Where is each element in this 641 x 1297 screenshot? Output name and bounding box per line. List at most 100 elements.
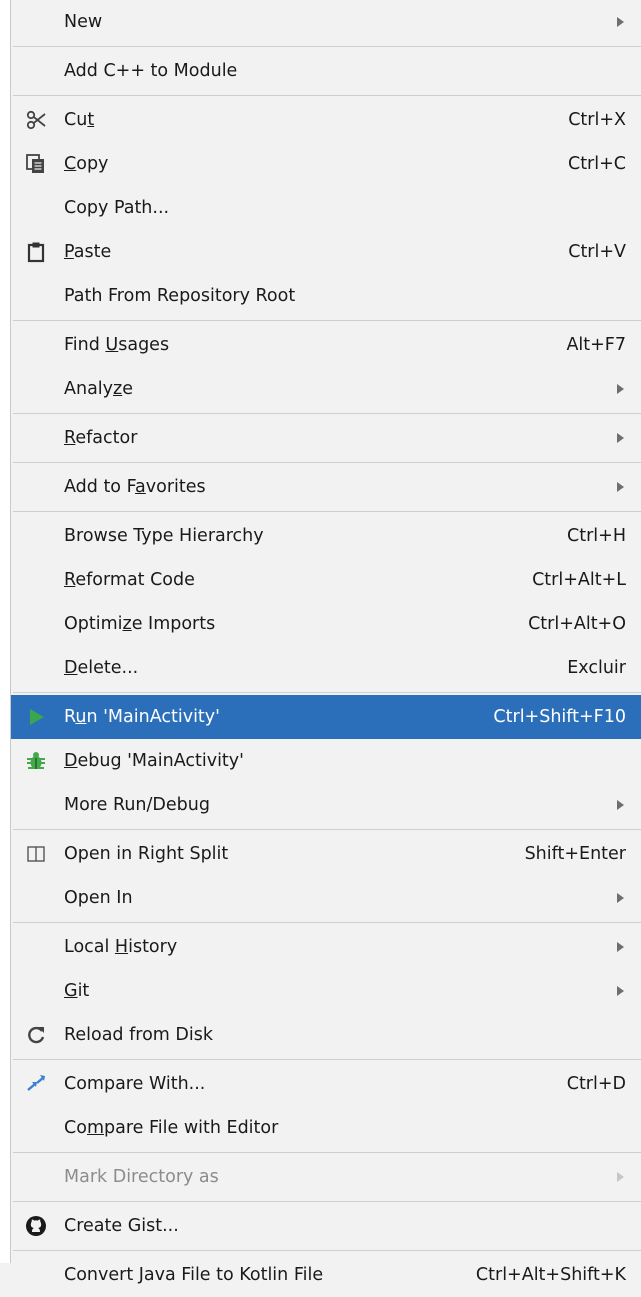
menu-item-add-cpp-to-module[interactable]: Add C++ to Module (11, 49, 641, 93)
menu-item-shortcut: Ctrl+D (566, 1074, 626, 1094)
menu-separator (13, 413, 641, 414)
menu-separator (13, 462, 641, 463)
menu-separator (13, 692, 641, 693)
menu-separator (13, 829, 641, 830)
menu-item-shortcut: Ctrl+X (568, 110, 626, 130)
menu-item-analyze[interactable]: Analyze (11, 367, 641, 411)
menu-item-compare-with[interactable]: Compare With... Ctrl+D (11, 1062, 641, 1106)
menu-item-label: Open in Right Split (64, 844, 229, 864)
menu-item-shortcut: Shift+Enter (524, 844, 626, 864)
menu-item-debug-mainactivity[interactable]: Debug 'MainActivity' (11, 739, 641, 783)
menu-separator (13, 511, 641, 512)
menu-item-shortcut: Excluir (567, 658, 626, 678)
menu-separator (13, 95, 641, 96)
menu-item-label: Compare File with Editor (64, 1118, 279, 1138)
menu-item-label: Reformat Code (64, 570, 195, 590)
editor-edge (0, 0, 10, 1263)
menu-item-optimize-imports[interactable]: Optimize Imports Ctrl+Alt+O (11, 602, 641, 646)
menu-item-label: New (64, 12, 103, 32)
submenu-arrow-icon (617, 942, 624, 952)
debug-icon (27, 752, 45, 769)
paste-icon (27, 242, 45, 263)
menu-item-open-in[interactable]: Open In (11, 876, 641, 920)
menu-item-label: Reload from Disk (64, 1025, 213, 1045)
menu-item-shortcut: Ctrl+Shift+F10 (493, 707, 626, 727)
menu-item-label: Add to Favorites (64, 477, 206, 497)
submenu-arrow-icon (617, 800, 624, 810)
submenu-arrow-icon (617, 384, 624, 394)
menu-item-label: Add C++ to Module (64, 61, 238, 81)
menu-item-shortcut: Ctrl+V (568, 242, 626, 262)
submenu-arrow-icon (617, 986, 624, 996)
menu-item-delete[interactable]: Delete... Excluir (11, 646, 641, 690)
menu-item-label: Debug 'MainActivity' (64, 751, 244, 771)
menu-separator (13, 1201, 641, 1202)
menu-item-label: Run 'MainActivity' (64, 707, 220, 727)
menu-item-cut[interactable]: Cut Ctrl+X (11, 98, 641, 142)
menu-item-add-to-favorites[interactable]: Add to Favorites (11, 465, 641, 509)
menu-item-more-run-debug[interactable]: More Run/Debug (11, 783, 641, 827)
menu-item-label: Convert Java File to Kotlin File (64, 1265, 324, 1285)
menu-item-paste[interactable]: Paste Ctrl+V (11, 230, 641, 274)
menu-item-label: Delete... (64, 658, 139, 678)
copy-icon (26, 154, 44, 173)
run-icon (30, 709, 44, 725)
submenu-arrow-icon (617, 1172, 624, 1182)
menu-item-label: Git (64, 981, 90, 1001)
menu-item-label: Path From Repository Root (64, 286, 296, 306)
menu-item-compare-file-with-editor[interactable]: Compare File with Editor (11, 1106, 641, 1150)
cut-icon (26, 110, 46, 130)
menu-item-label: Create Gist... (64, 1216, 179, 1236)
menu-separator (13, 1059, 641, 1060)
menu-item-mark-directory-as: Mark Directory as (11, 1155, 641, 1199)
menu-item-shortcut: Ctrl+Alt+Shift+K (475, 1265, 626, 1285)
menu-item-create-gist[interactable]: Create Gist... (11, 1204, 641, 1248)
menu-item-shortcut: Ctrl+Alt+O (528, 614, 626, 634)
menu-item-label: Analyze (64, 379, 133, 399)
menu-item-label: Copy (64, 154, 109, 174)
github-icon (26, 1216, 46, 1236)
menu-item-label: Copy Path... (64, 198, 170, 218)
menu-item-shortcut: Ctrl+C (567, 154, 626, 174)
menu-item-shortcut: Ctrl+Alt+L (532, 570, 626, 590)
menu-item-path-from-repository-root[interactable]: Path From Repository Root (11, 274, 641, 318)
menu-item-copy[interactable]: Copy Ctrl+C (11, 142, 641, 186)
menu-item-copy-path[interactable]: Copy Path... (11, 186, 641, 230)
menu-separator (13, 1250, 641, 1251)
submenu-arrow-icon (617, 482, 624, 492)
menu-item-label: Cut (64, 110, 95, 130)
submenu-arrow-icon (617, 893, 624, 903)
menu-item-browse-type-hierarchy[interactable]: Browse Type Hierarchy Ctrl+H (11, 514, 641, 558)
menu-item-refactor[interactable]: Refactor (11, 416, 641, 460)
menu-separator (13, 320, 641, 321)
menu-separator (13, 46, 641, 47)
reload-icon (28, 1026, 45, 1044)
compare-icon (27, 1075, 45, 1091)
split-icon (27, 846, 45, 862)
menu-item-shortcut: Ctrl+H (567, 526, 626, 546)
menu-item-git[interactable]: Git (11, 969, 641, 1013)
menu-item-label: Open In (64, 888, 133, 908)
menu-separator (13, 922, 641, 923)
context-menu: New Add C++ to Module Cut Ctrl+X Copy Ct… (10, 0, 641, 1285)
menu-item-label: Compare With... (64, 1074, 206, 1094)
menu-item-reload-from-disk[interactable]: Reload from Disk (11, 1013, 641, 1057)
menu-item-run-mainactivity[interactable]: Run 'MainActivity' Ctrl+Shift+F10 (11, 695, 641, 739)
menu-item-new[interactable]: New (11, 0, 641, 44)
menu-item-label: Mark Directory as (64, 1167, 219, 1187)
submenu-arrow-icon (617, 433, 624, 443)
menu-item-local-history[interactable]: Local History (11, 925, 641, 969)
menu-item-reformat-code[interactable]: Reformat Code Ctrl+Alt+L (11, 558, 641, 602)
menu-item-label: Optimize Imports (64, 614, 216, 634)
menu-item-label: Local History (64, 937, 178, 957)
menu-item-shortcut: Alt+F7 (566, 335, 626, 355)
menu-item-label: Refactor (64, 428, 138, 448)
menu-item-find-usages[interactable]: Find Usages Alt+F7 (11, 323, 641, 367)
menu-item-label: Paste (64, 242, 112, 262)
menu-item-label: Find Usages (64, 335, 170, 355)
menu-item-label: Browse Type Hierarchy (64, 526, 264, 546)
submenu-arrow-icon (617, 17, 624, 27)
menu-item-convert-java-to-kotlin[interactable]: Convert Java File to Kotlin File Ctrl+Al… (11, 1253, 641, 1297)
menu-item-open-in-right-split[interactable]: Open in Right Split Shift+Enter (11, 832, 641, 876)
menu-separator (13, 1152, 641, 1153)
